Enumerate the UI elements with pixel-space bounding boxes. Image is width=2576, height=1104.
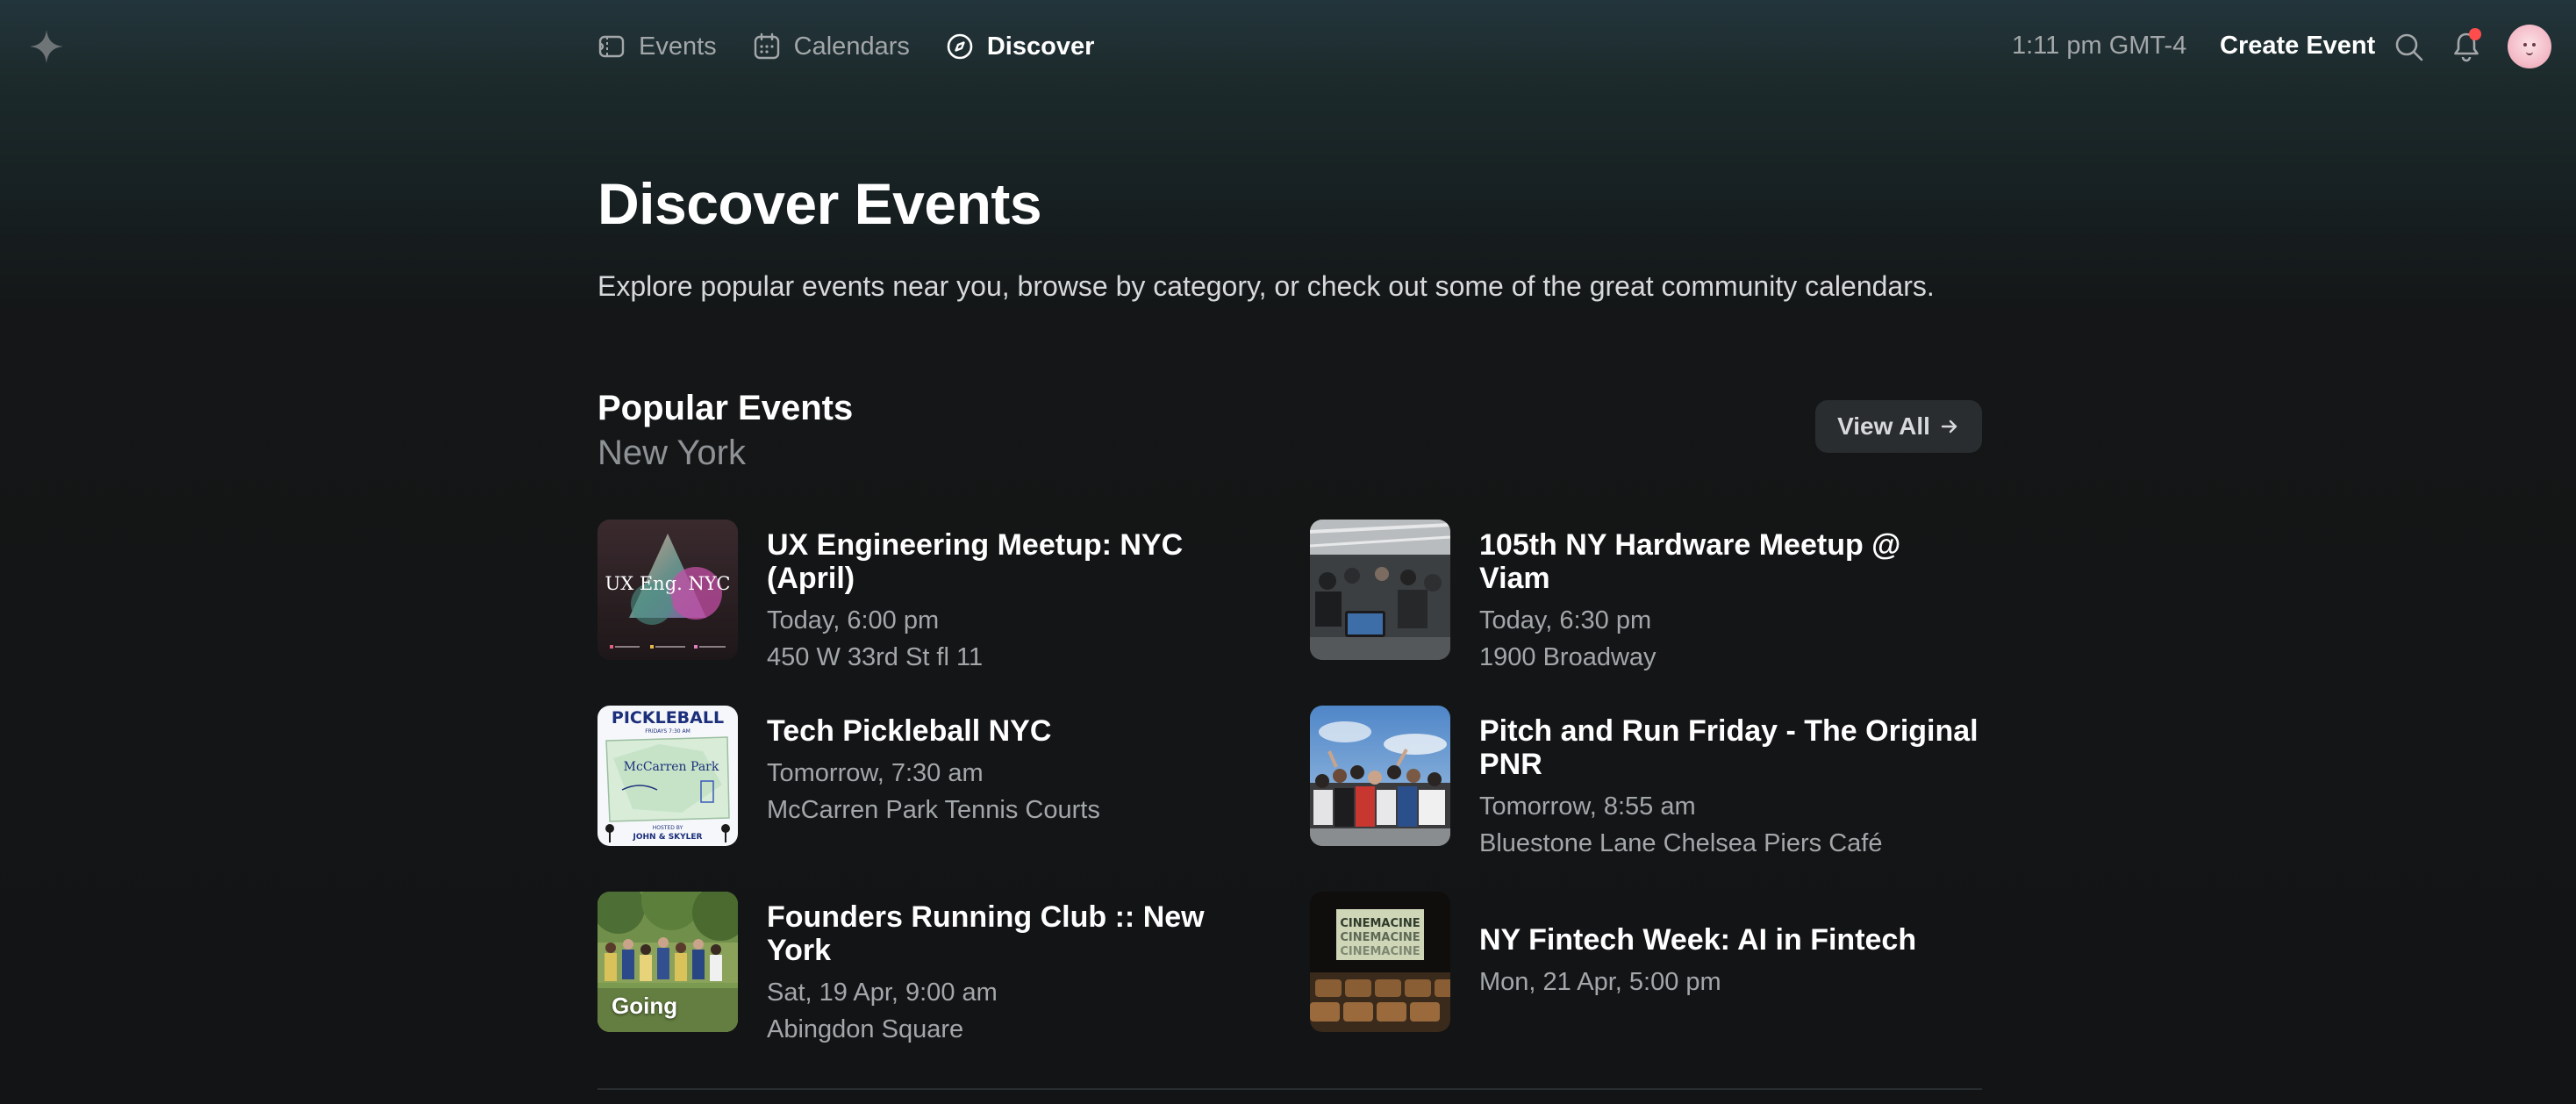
- page-subtitle: Explore popular events near you, browse …: [597, 270, 1935, 302]
- user-avatar[interactable]: [2508, 25, 2551, 68]
- event-info: UX Engineering Meetup: NYC (April) Today…: [767, 528, 1267, 672]
- event-title: Tech Pickleball NYC: [767, 714, 1052, 748]
- svg-text:JOHN & SKYLER: JOHN & SKYLER: [633, 833, 703, 842]
- svg-text:CINEMACINE: CINEMACINE: [1340, 945, 1420, 958]
- thumb-title: CINEMACINE: [1340, 917, 1420, 930]
- svg-text:FRIDAYS 7:30 AM: FRIDAYS 7:30 AM: [645, 728, 691, 735]
- current-time: 1:11 pm GMT-4: [2012, 32, 2187, 60]
- view-all-label: View All: [1837, 412, 1930, 440]
- event-thumbnail: Going: [597, 892, 738, 1032]
- view-all-button[interactable]: View All: [1815, 400, 1982, 453]
- event-thumbnail: UX Eng. NYC: [597, 520, 738, 660]
- section-title: Popular Events: [597, 389, 854, 427]
- thumb-title: UX Eng. NYC: [605, 573, 731, 594]
- svg-text:McCarren Park: McCarren Park: [624, 760, 719, 774]
- event-thumbnail: [1310, 706, 1450, 846]
- event-card[interactable]: PICKLEBALL FRIDAYS 7:30 AM McCarren Park…: [597, 706, 1264, 848]
- event-info: Founders Running Club :: New York Sat, 1…: [767, 900, 1267, 1044]
- event-title: NY Fintech Week: AI in Fintech: [1479, 923, 1917, 957]
- event-location: 450 W 33rd St fl 11: [767, 643, 984, 671]
- event-time: Today, 6:30 pm: [1479, 606, 1652, 634]
- svg-text:CINEMACINE: CINEMACINE: [1340, 931, 1420, 944]
- event-info: 105th NY Hardware Meetup @ Viam Today, 6…: [1479, 528, 1979, 672]
- going-badge: Going: [612, 993, 678, 1019]
- avatar-eye: [2532, 43, 2536, 47]
- event-card[interactable]: UX Eng. NYC UX Engineering Meetup: NYC (…: [597, 520, 1264, 671]
- search-icon[interactable]: [2394, 32, 2425, 63]
- event-title: Pitch and Run Friday - The Original PNR: [1479, 714, 1979, 781]
- page-title: Discover Events: [597, 171, 1042, 236]
- section-divider: [597, 1088, 1982, 1090]
- event-card[interactable]: Going Founders Running Club :: New York …: [597, 892, 1264, 1043]
- event-time: Sat, 19 Apr, 9:00 am: [767, 979, 998, 1007]
- event-card[interactable]: 105th NY Hardware Meetup @ Viam Today, 6…: [1310, 520, 1977, 671]
- avatar-mouth: [2526, 50, 2533, 55]
- main-content: Discover Events Explore popular events n…: [597, 167, 1982, 472]
- event-title: Founders Running Club :: New York: [767, 900, 1205, 967]
- event-title: UX Engineering Meetup: NYC (April): [767, 528, 1184, 595]
- event-info: NY Fintech Week: AI in Fintech Mon, 21 A…: [1479, 923, 1979, 997]
- event-info: Pitch and Run Friday - The Original PNR …: [1479, 714, 1979, 858]
- svg-text:HOSTED BY: HOSTED BY: [653, 825, 683, 831]
- event-card[interactable]: CINEMACINE CINEMACINE CINEMACINE NY Fint…: [1310, 892, 1977, 1034]
- event-time: Mon, 21 Apr, 5:00 pm: [1479, 968, 1721, 996]
- thumb-title: PICKLEBALL: [612, 708, 724, 728]
- arrow-right-icon: [1941, 419, 1957, 434]
- event-thumbnail: CINEMACINE CINEMACINE CINEMACINE: [1310, 892, 1450, 1032]
- event-location: 1900 Broadway: [1479, 643, 1657, 671]
- event-thumbnail: [1310, 520, 1450, 660]
- event-thumbnail: PICKLEBALL FRIDAYS 7:30 AM McCarren Park…: [597, 706, 738, 846]
- event-time: Tomorrow, 7:30 am: [767, 759, 984, 787]
- event-location: Bluestone Lane Chelsea Piers Café: [1479, 829, 1883, 857]
- right-nav: 1:11 pm GMT-4 Create Event: [0, 23, 2576, 70]
- event-location: McCarren Park Tennis Courts: [767, 796, 1100, 824]
- avatar-eye: [2523, 43, 2527, 47]
- event-time: Tomorrow, 8:55 am: [1479, 792, 1696, 821]
- event-info: Tech Pickleball NYC Tomorrow, 7:30 am Mc…: [767, 714, 1267, 825]
- section-city[interactable]: New York: [597, 430, 1982, 476]
- event-location: Abingdon Square: [767, 1015, 964, 1043]
- top-navbar: Events Calendars Discover 1:11 pm GMT-4 …: [0, 0, 2576, 95]
- notification-dot: [2469, 28, 2481, 40]
- create-event-button[interactable]: Create Event: [2220, 32, 2375, 61]
- event-title: 105th NY Hardware Meetup @ Viam: [1479, 528, 1901, 595]
- event-time: Today, 6:00 pm: [767, 606, 940, 634]
- popular-events-header: Popular Events New York View All: [597, 386, 1982, 472]
- event-card[interactable]: Pitch and Run Friday - The Original PNR …: [1310, 706, 1979, 857]
